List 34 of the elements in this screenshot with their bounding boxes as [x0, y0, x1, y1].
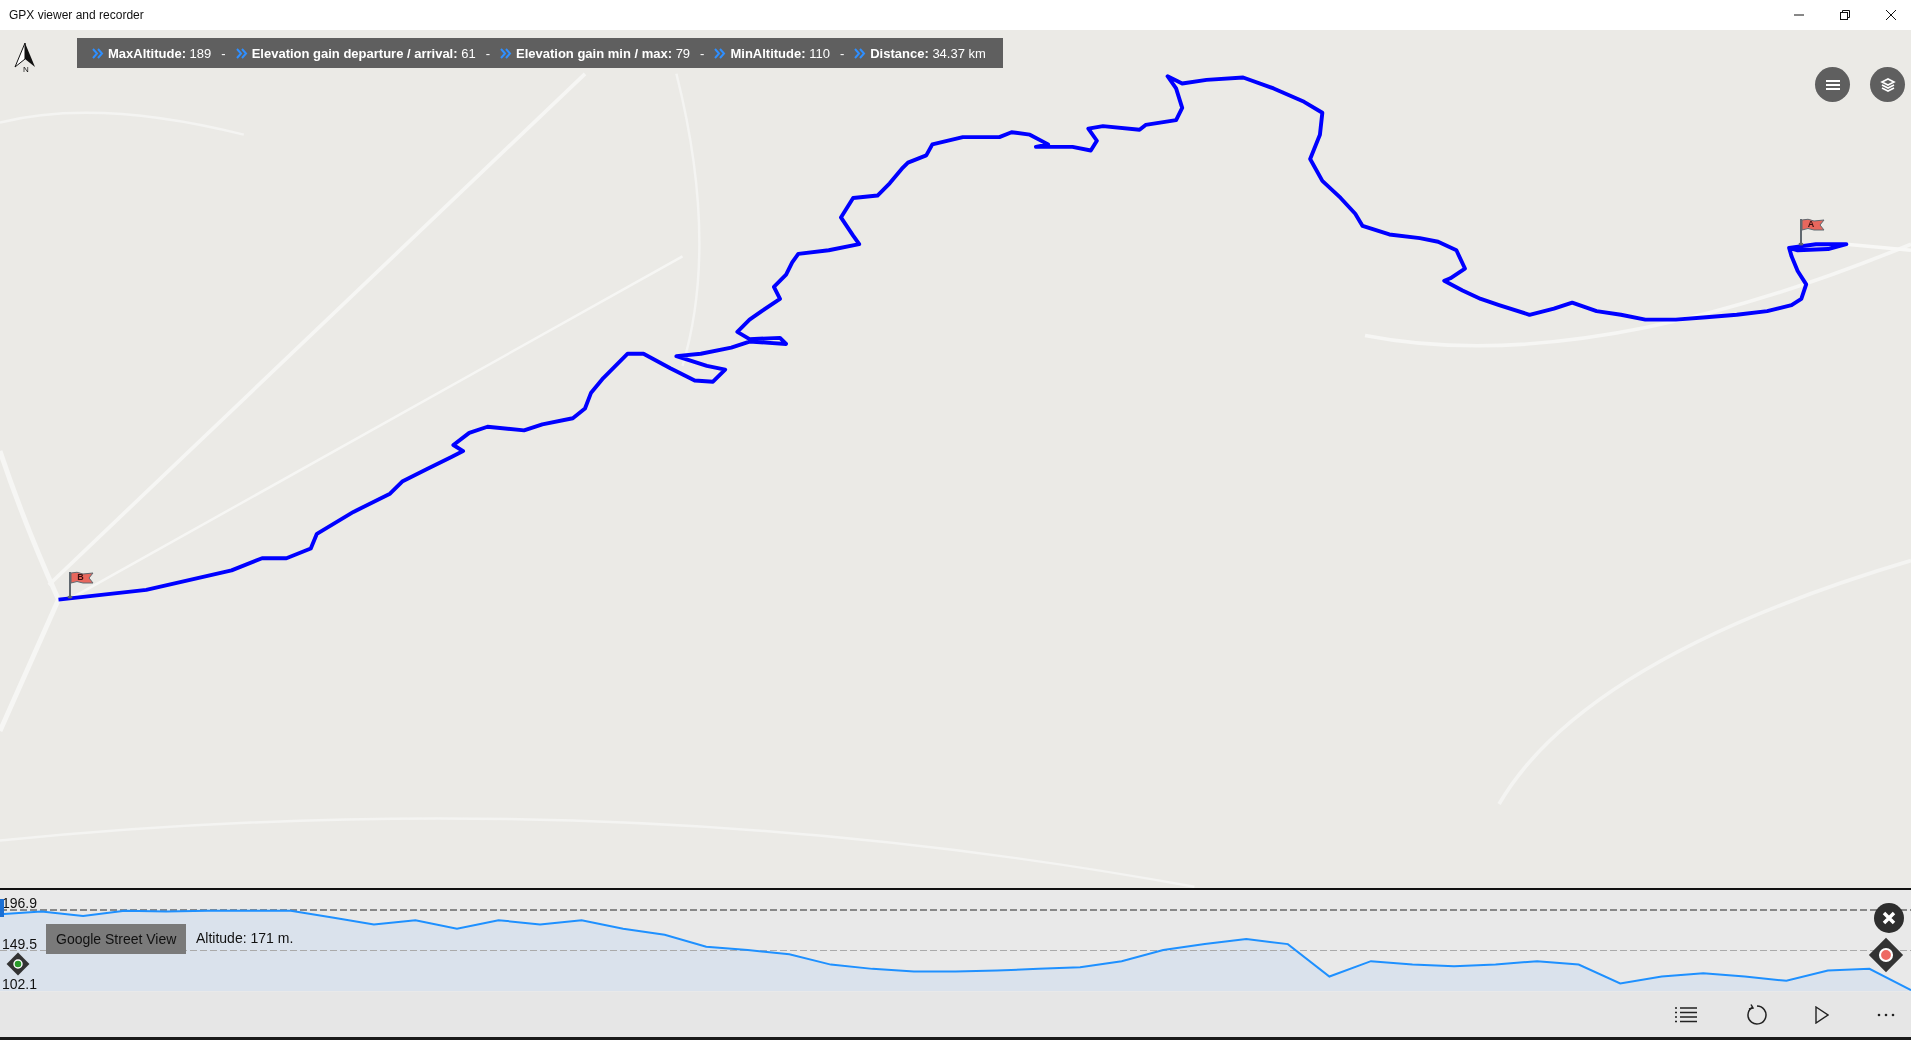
chevron-icon [92, 47, 104, 59]
separator-text: - [221, 45, 226, 61]
window-title: GPX viewer and recorder [9, 8, 144, 22]
more-icon[interactable] [1877, 1012, 1895, 1017]
stat-text: MaxAltitude: 189 [108, 45, 212, 61]
chevron-icon [854, 47, 867, 59]
separator-text: - [839, 45, 845, 61]
street-view-button[interactable]: Google Street View [46, 924, 187, 954]
north-arrow-icon[interactable] [14, 42, 36, 68]
stat-text: Distance: 34.37 km [870, 45, 986, 61]
separator-text: - [485, 45, 490, 61]
north-label: N [23, 65, 29, 74]
stat-text: Elevation gain min / max: 79 [516, 45, 691, 61]
stat-text: MinAltitude: 110 [730, 45, 830, 61]
chevron-icon [714, 47, 727, 59]
y-tick-label: 196.9 [2, 895, 38, 911]
stat-text: Elevation gain departure / arrival: 61 [251, 45, 476, 61]
chevron-icon [235, 47, 248, 59]
close-chart-button[interactable] [1874, 903, 1904, 933]
restore-icon[interactable] [1839, 9, 1851, 21]
range-start-marker[interactable] [0, 899, 4, 917]
play-icon[interactable] [1815, 1005, 1829, 1024]
refresh-icon[interactable] [1745, 1003, 1767, 1026]
altitude-label: Altitude: 171 m. [196, 930, 294, 946]
layers-icon [1879, 76, 1896, 93]
y-tick-label: 149.5 [2, 935, 38, 952]
separator-text: - [700, 45, 705, 61]
start-handle[interactable] [6, 952, 30, 976]
close-icon[interactable] [1885, 9, 1897, 21]
list-icon[interactable] [1675, 1006, 1697, 1023]
menu-icon [1825, 78, 1840, 91]
chevron-icon [500, 47, 512, 59]
end-handle[interactable] [1868, 937, 1904, 973]
y-tick-label: 102.1 [2, 976, 38, 992]
